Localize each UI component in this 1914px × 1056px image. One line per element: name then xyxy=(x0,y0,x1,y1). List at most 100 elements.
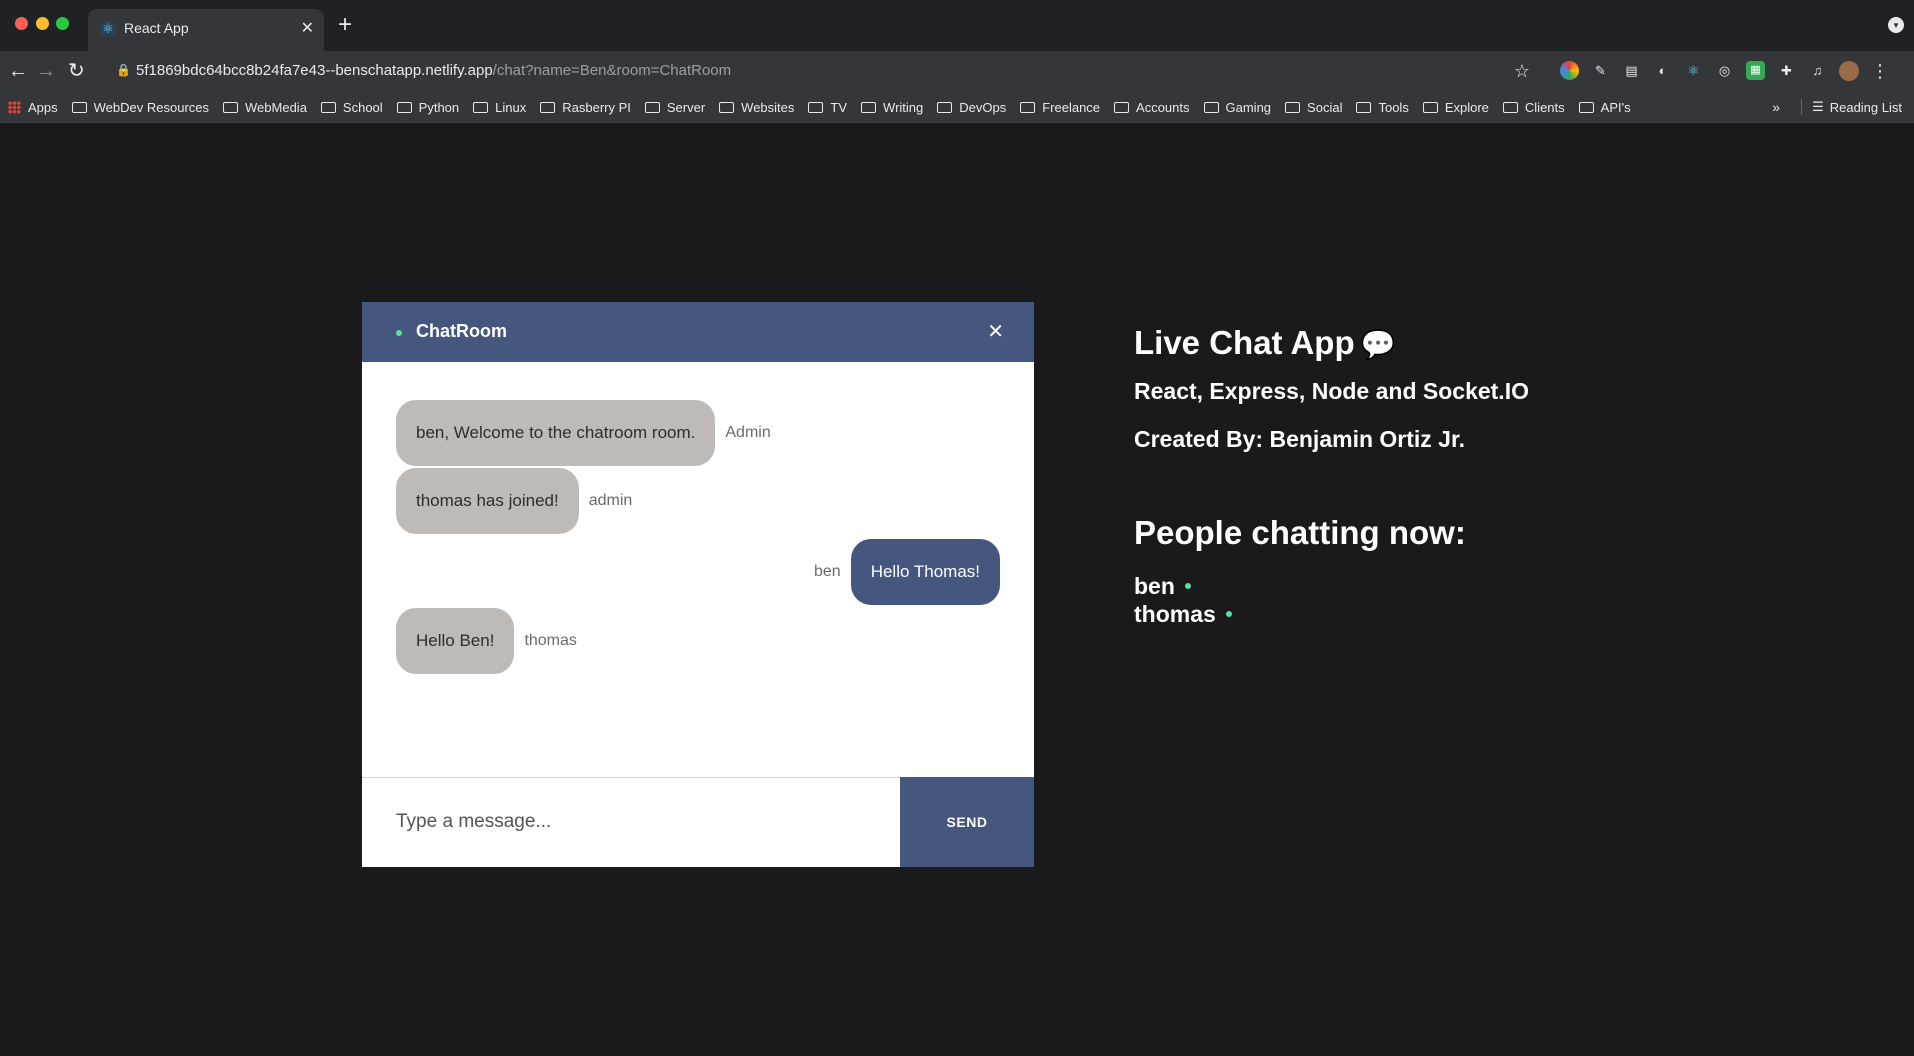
bookmark-folder[interactable]: WebMedia xyxy=(223,100,307,115)
send-button[interactable]: SEND xyxy=(900,777,1034,867)
address-bar[interactable]: 🔒 5f1869bdc64bcc8b24fa7e43--benschatapp.… xyxy=(104,56,1544,86)
message-bubble: thomas has joined! xyxy=(396,468,579,534)
speech-bubble-icon: 💬 xyxy=(1360,329,1396,360)
chat-header: ChatRoom ✕ xyxy=(362,302,1034,362)
close-icon[interactable]: ✕ xyxy=(987,319,1004,344)
apps-grid-icon xyxy=(8,100,21,114)
folder-icon xyxy=(320,101,336,113)
message-sender: admin xyxy=(588,492,633,509)
bookmark-folder[interactable]: Clients xyxy=(1502,100,1565,115)
folder-icon xyxy=(644,101,660,113)
browser-tab-strip: ⚛ React App ✕ + ▾ xyxy=(0,0,1914,51)
folder-icon xyxy=(71,101,87,113)
bookmark-folder[interactable]: Explore xyxy=(1422,100,1489,115)
profile-avatar[interactable] xyxy=(1839,61,1859,81)
lock-icon[interactable]: 🔒 xyxy=(116,63,131,77)
person-name: thomas xyxy=(1134,601,1216,627)
page-title-text: Live Chat App xyxy=(1134,324,1355,361)
bookmark-folder[interactable]: Python xyxy=(396,100,459,115)
message-input[interactable] xyxy=(362,778,900,866)
folder-icon xyxy=(1356,101,1372,113)
page-title: Live Chat App 💬 xyxy=(1134,318,1834,370)
folder-icon xyxy=(719,101,735,113)
folder-icon xyxy=(396,101,412,113)
bookmark-folder[interactable]: Linux xyxy=(473,100,526,115)
dark-mode-extension-icon[interactable]: ◐ xyxy=(1653,61,1672,80)
forward-arrow-icon[interactable]: → xyxy=(36,59,56,83)
tech-stack: React, Express, Node and Socket.IO xyxy=(1134,378,1529,404)
bookmark-folder[interactable]: API's xyxy=(1578,100,1631,115)
tab-title: React App xyxy=(124,20,189,36)
bookmark-folder[interactable]: Social xyxy=(1285,100,1342,115)
folder-icon xyxy=(1502,101,1518,113)
bookmark-star-icon[interactable]: ☆ xyxy=(1514,61,1530,82)
eyedropper-extension-icon[interactable]: ✎ xyxy=(1591,61,1610,80)
extensions-puzzle-icon[interactable]: ✚ xyxy=(1777,61,1796,80)
message-row: thomas has joined! admin xyxy=(396,468,642,534)
info-panel: Live Chat App 💬 React, Express, Node and … xyxy=(1134,318,1834,628)
bookmark-folder[interactable]: DevOps xyxy=(937,100,1006,115)
folder-icon xyxy=(540,101,556,113)
new-tab-button[interactable]: + xyxy=(338,13,352,37)
browser-menu-icon[interactable]: ⋮ xyxy=(1871,61,1889,81)
bookmark-folder[interactable]: Gaming xyxy=(1203,100,1271,115)
folder-icon xyxy=(1578,101,1594,113)
chat-window: ChatRoom ✕ ben, Welcome to the chatroom … xyxy=(362,302,1034,867)
bookmark-apps[interactable]: Apps xyxy=(8,100,58,115)
bookmark-folder[interactable]: Writing xyxy=(861,100,923,115)
target-extension-icon[interactable]: ◎ xyxy=(1715,61,1734,80)
folder-icon xyxy=(1285,101,1301,113)
url-path: /chat?name=Ben&room=ChatRoom xyxy=(492,62,732,79)
bookmark-folder[interactable]: Accounts xyxy=(1114,100,1190,115)
folder-icon xyxy=(1203,101,1219,113)
minimize-window-button[interactable] xyxy=(36,17,49,30)
bookmark-folder[interactable]: Freelance xyxy=(1020,100,1100,115)
folder-icon xyxy=(1020,101,1036,113)
people-heading: People chatting now: xyxy=(1134,514,1466,551)
room-name: ChatRoom xyxy=(416,321,507,341)
back-arrow-icon[interactable]: ← xyxy=(8,59,28,83)
react-icon: ⚛ xyxy=(100,21,116,37)
maximize-window-button[interactable] xyxy=(56,17,69,30)
online-status-icon xyxy=(1225,611,1232,617)
online-status-icon xyxy=(1184,583,1191,589)
message-sender: Admin xyxy=(725,424,771,441)
bookmark-folder[interactable]: TV xyxy=(808,100,847,115)
url-text[interactable]: 5f1869bdc64bcc8b24fa7e43--benschatapp.ne… xyxy=(136,62,731,79)
bookmark-folder[interactable]: Websites xyxy=(719,100,794,115)
person-item: thomas xyxy=(1134,600,1834,628)
bookmark-folder[interactable]: Server xyxy=(644,100,705,115)
bookmark-folder[interactable]: WebDev Resources xyxy=(71,100,209,115)
media-control-icon[interactable]: ♫ xyxy=(1808,61,1827,80)
bookmark-folder[interactable]: Tools xyxy=(1356,100,1409,115)
folder-icon xyxy=(937,101,953,113)
close-tab-icon[interactable]: ✕ xyxy=(301,18,314,38)
browser-tab[interactable]: ⚛ React App ✕ xyxy=(88,9,324,51)
person-name: ben xyxy=(1134,573,1175,599)
message-list[interactable]: ben, Welcome to the chatroom room. Admin… xyxy=(362,362,1034,778)
tab-search-icon[interactable]: ▾ xyxy=(1888,17,1904,33)
window-extension-icon[interactable]: ▤ xyxy=(1622,61,1641,80)
color-picker-extension-icon[interactable] xyxy=(1560,61,1579,80)
message-bubble-own: Hello Thomas! xyxy=(850,539,1000,605)
message-sender: ben xyxy=(814,563,841,580)
browser-toolbar: ← → ↻ 🔒 5f1869bdc64bcc8b24fa7e43--bensch… xyxy=(0,51,1914,123)
reading-list-icon: ☰ xyxy=(1812,99,1824,114)
message-row: Hello Ben! thomas xyxy=(396,608,587,674)
more-bookmarks-icon[interactable]: » xyxy=(1772,99,1780,115)
author-credit: Created By: Benjamin Ortiz Jr. xyxy=(1134,426,1466,452)
message-composer: SEND xyxy=(362,777,1034,867)
people-list: ben thomas xyxy=(1134,572,1834,628)
react-devtools-icon[interactable]: ⚛ xyxy=(1684,61,1703,80)
reload-icon[interactable]: ↻ xyxy=(68,59,85,83)
sheets-extension-icon[interactable]: ▦ xyxy=(1746,61,1765,80)
folder-icon xyxy=(808,101,824,113)
bookmark-folder[interactable]: School xyxy=(320,100,383,115)
reading-list-button[interactable]: ☰ Reading List xyxy=(1801,99,1902,115)
folder-icon xyxy=(223,101,239,113)
folder-icon xyxy=(1114,101,1130,113)
url-host: 5f1869bdc64bcc8b24fa7e43--benschatapp.ne… xyxy=(136,62,493,79)
close-window-button[interactable] xyxy=(15,17,28,30)
bookmark-folder[interactable]: Rasberry PI xyxy=(540,100,631,115)
online-status-icon xyxy=(396,330,402,336)
